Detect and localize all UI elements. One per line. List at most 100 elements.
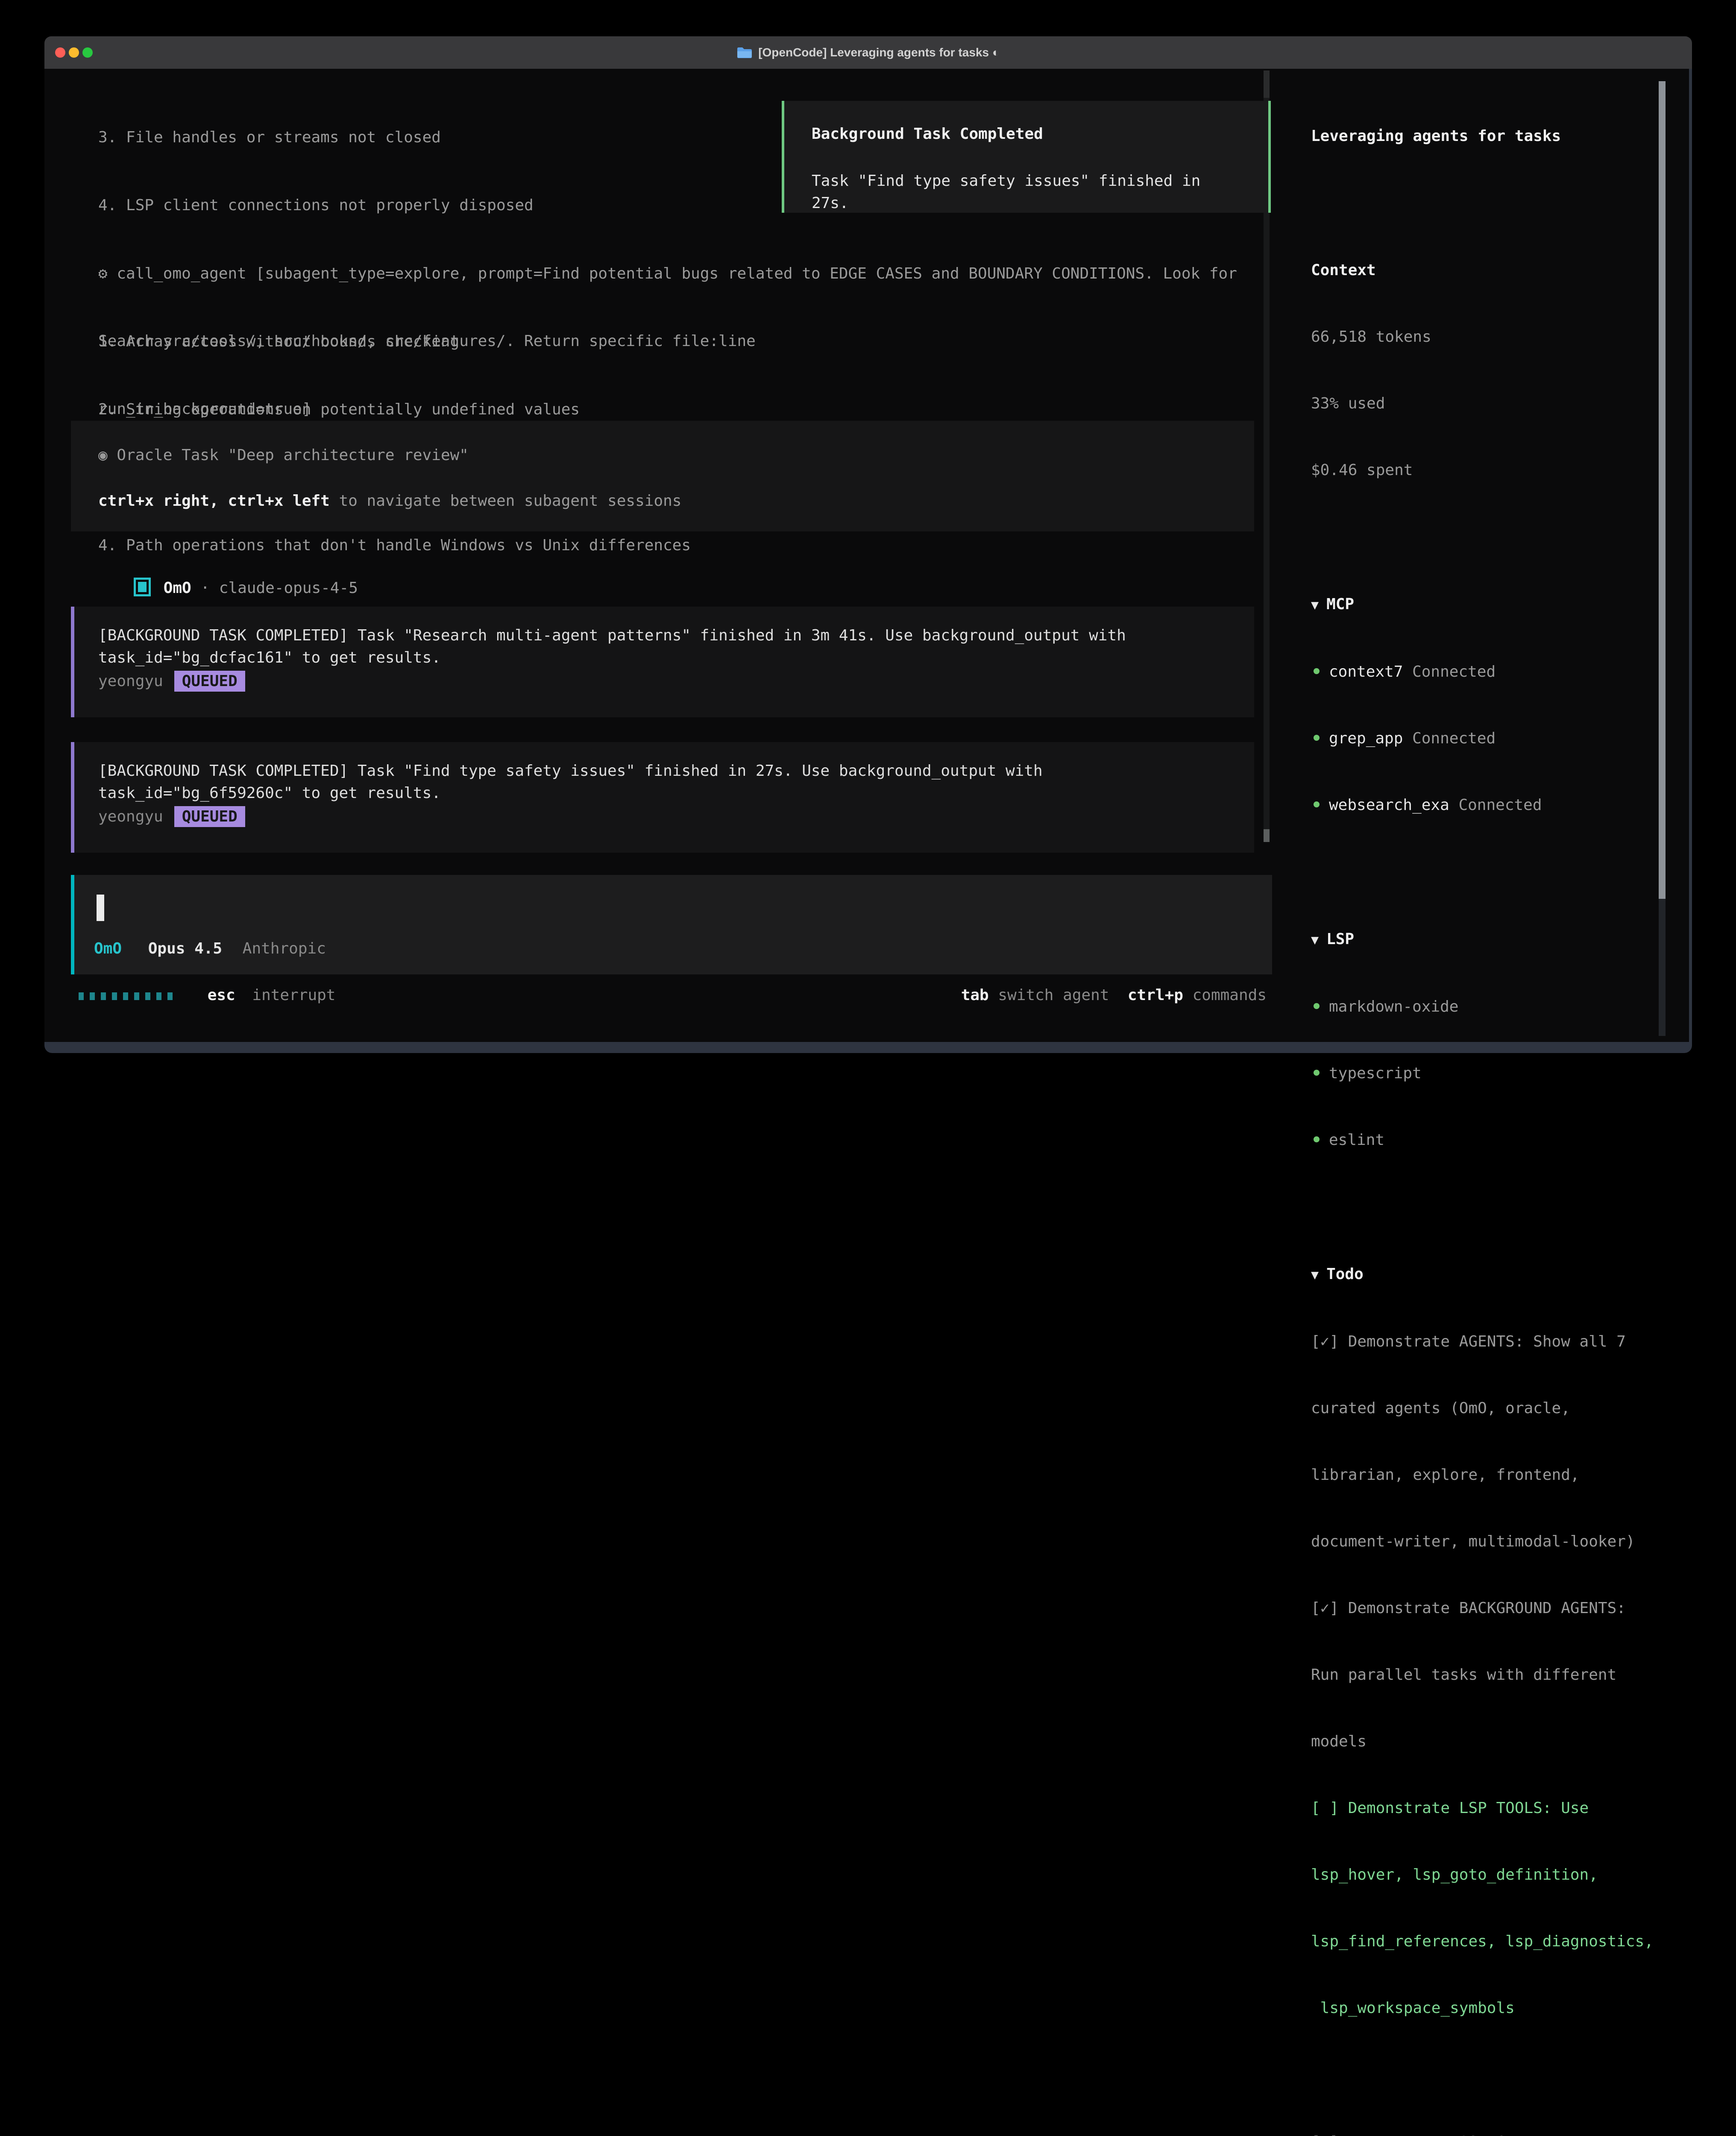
message-card: [BACKGROUND TASK COMPLETED] Task "Resear… [71, 607, 1254, 717]
gap [1311, 1196, 1666, 1219]
session-sidebar: Leveraging agents for tasks Context 66,5… [1305, 69, 1666, 2136]
lsp-item-name: markdown-oxide [1329, 998, 1458, 1015]
mcp-item-name: grep_app [1329, 730, 1403, 747]
gap [1311, 192, 1666, 215]
status-badge: QUEUED [174, 671, 245, 692]
oracle-title: Oracle Task "Deep architecture review" [108, 446, 469, 464]
message-meta: yeongyu QUEUED [98, 805, 1254, 828]
model-selector-row[interactable]: OmO Opus 4.5 Anthropic [94, 940, 326, 957]
prompt-input[interactable]: OmO Opus 4.5 Anthropic [71, 875, 1272, 974]
gap [1311, 861, 1666, 884]
status-dot-icon [1314, 735, 1320, 741]
shortcut-left: ctrl+x left [219, 492, 330, 510]
todo-line: document-writer, multimodal-looker) [1311, 1531, 1666, 1553]
spacer2 [1183, 986, 1193, 1004]
main-scrollbar-thumb[interactable] [1264, 829, 1270, 842]
agent-model: claude-opus-4-5 [219, 579, 358, 597]
message-author: yeongyu [98, 805, 163, 828]
lsp-item: eslint [1311, 1129, 1666, 1151]
todo-line: [✓] Demonstrate BACKGROUND AGENTS: [1311, 1597, 1666, 1620]
gap [1311, 526, 1666, 549]
esc-key-label: interrupt [252, 986, 335, 1004]
tool-call-text: call_omo_agent [subagent_type=explore, p… [108, 265, 1237, 282]
record-icon: ◉ [98, 446, 108, 464]
collapse-triangle-icon: ▼ [1311, 929, 1319, 951]
statusbar-left: esc interrupt [79, 986, 335, 1009]
message-text: task_id="bg_dcfac161" to get results. [98, 647, 1254, 669]
scrollback-line: 3. File handles or streams not closed [98, 126, 756, 149]
scrollback-line: 4. LSP client connections not properly d… [98, 194, 756, 217]
spacer [1109, 986, 1128, 1004]
collapse-triangle-icon: ▼ [1311, 1264, 1319, 1286]
mcp-heading: MCP [1326, 596, 1354, 613]
tool-call-bullet: 1. Array access without bounds checking [98, 330, 1237, 353]
session-title: Leveraging agents for tasks [1311, 125, 1666, 147]
lsp-item-name: eslint [1329, 1131, 1384, 1149]
ctrlp-label: commands [1193, 986, 1267, 1004]
activity-dots [79, 986, 179, 1004]
mcp-item-status-text: Connected [1412, 663, 1496, 681]
tool-call-bullet: 2. String operations on potentially unde… [98, 398, 1237, 421]
text-cursor [97, 895, 104, 921]
mcp-item-status-text: Connected [1458, 796, 1542, 814]
agent-name: OmO [164, 579, 191, 597]
todo-line: curated agents (OmO, oracle, [1311, 1397, 1666, 1420]
todo-line-active: lsp_workspace_symbols [1311, 1997, 1666, 2019]
hint-text: to navigate between subagent sessions [330, 492, 682, 510]
status-badge: QUEUED [174, 806, 245, 827]
mcp-item: context7 Connected [1311, 661, 1666, 683]
message-author: yeongyu [98, 670, 163, 692]
todo-line: [✓] Demonstrate AGENTS: Show all 7 [1311, 1331, 1666, 1353]
status-dot-icon [1314, 801, 1320, 807]
mcp-item: websearch_exa Connected [1311, 794, 1666, 816]
agent-separator: · [191, 579, 219, 597]
message-text: task_id="bg_6f59260c" to get results. [98, 782, 1254, 804]
status-dot-icon [1314, 1003, 1320, 1009]
tool-call-bullet: 4. Path operations that don't handle Win… [98, 534, 1237, 557]
statusbar-right: tab switch agent ctrl+p commands [961, 986, 1267, 1009]
sidebar-scrollbar-track[interactable] [1659, 899, 1666, 1036]
mcp-item-name: context7 [1329, 663, 1403, 681]
input-provider-name: Anthropic [243, 940, 326, 957]
tab-key-hint: tab [961, 986, 989, 1004]
message-meta: yeongyu QUEUED [98, 670, 1254, 692]
input-agent-name: OmO [94, 940, 122, 957]
lsp-section-header[interactable]: ▼LSP [1311, 928, 1666, 951]
toast-title: Background Task Completed [812, 123, 1241, 145]
sidebar-scrollbar-thumb[interactable] [1659, 81, 1666, 899]
gear-icon: ⚙ [98, 265, 108, 282]
todo-line-active: lsp_hover, lsp_goto_definition, [1311, 1864, 1666, 1886]
status-dot-icon [1314, 668, 1320, 674]
todo-line: [ ] Demonstrate AST-GREP: Pattern [1311, 2131, 1666, 2136]
mcp-item-status [1403, 730, 1412, 747]
mcp-item-name: websearch_exa [1329, 796, 1449, 814]
todo-line: librarian, explore, frontend, [1311, 1464, 1666, 1486]
mcp-item: grep_app Connected [1311, 728, 1666, 750]
todo-line: models [1311, 1731, 1666, 1753]
oracle-hint-line: ctrl+x right, ctrl+x left to navigate be… [98, 490, 1254, 512]
toast-body: Task "Find type safety issues" finished … [812, 170, 1241, 214]
todo-line: Run parallel tasks with different [1311, 1664, 1666, 1686]
mcp-section-header[interactable]: ▼MCP [1311, 593, 1666, 616]
message-card: [BACKGROUND TASK COMPLETED] Task "Find t… [71, 742, 1254, 853]
mcp-item-status [1449, 796, 1459, 814]
ctrlp-key-hint: ctrl+p [1128, 986, 1183, 1004]
status-dot-icon [1314, 1070, 1320, 1076]
agent-omo-icon [134, 578, 151, 596]
status-dot-icon [1314, 1136, 1320, 1142]
window-titlebar[interactable]: [OpenCode] Leveraging agents for tasks ◐ [44, 36, 1692, 69]
oracle-task-panel: ◉ Oracle Task "Deep architecture review"… [71, 421, 1254, 531]
message-text: [BACKGROUND TASK COMPLETED] Task "Find t… [98, 760, 1254, 782]
tab-key-label [989, 986, 998, 1004]
todo-section-header[interactable]: ▼Todo [1311, 1263, 1666, 1286]
context-used: 33% used [1311, 393, 1666, 415]
window-title: [OpenCode] Leveraging agents for tasks ◐ [758, 46, 1000, 59]
background-task-toast[interactable]: Background Task Completed Task "Find typ… [782, 101, 1271, 213]
lsp-item: markdown-oxide [1311, 996, 1666, 1018]
input-model-name: Opus 4.5 [148, 940, 222, 957]
context-tokens: 66,518 tokens [1311, 326, 1666, 348]
context-heading: Context [1311, 259, 1666, 282]
mcp-item-status [1403, 663, 1412, 681]
tool-call-line: ⚙ call_omo_agent [subagent_type=explore,… [98, 262, 1237, 285]
todo-line-active: lsp_find_references, lsp_diagnostics, [1311, 1931, 1666, 1953]
